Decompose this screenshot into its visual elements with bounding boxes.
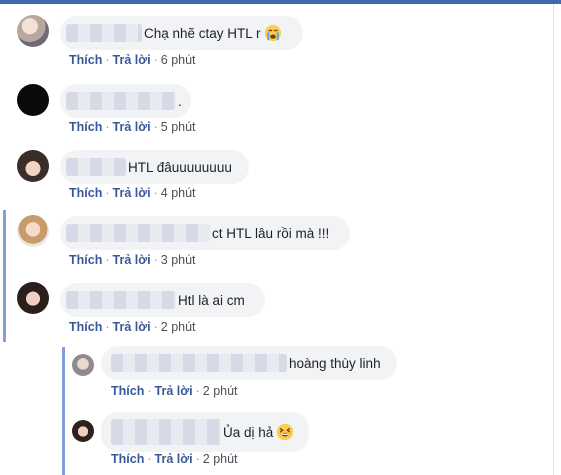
comment-bubble: Htl là ai cm xyxy=(60,283,265,317)
like-link[interactable]: Thích xyxy=(69,186,102,200)
like-link[interactable]: Thích xyxy=(111,384,144,398)
reply-link[interactable]: Trả lời xyxy=(155,384,193,398)
avatar[interactable] xyxy=(72,420,94,442)
reply-thread-indicator xyxy=(62,347,65,475)
separator: · xyxy=(147,384,152,398)
separator: · xyxy=(153,253,158,267)
top-bar xyxy=(0,0,561,4)
comment-text: Htl là ai cm xyxy=(178,292,245,308)
comment-text: . xyxy=(178,93,182,109)
like-link[interactable]: Thích xyxy=(69,253,102,267)
avatar[interactable] xyxy=(72,354,94,376)
separator: · xyxy=(153,186,158,200)
comment-actions: Thích · Trả lời · 2 phút xyxy=(69,320,196,334)
reply-link[interactable]: Trả lời xyxy=(113,120,151,134)
reply-text: hoàng thùy linh xyxy=(289,355,381,371)
avatar[interactable] xyxy=(17,215,49,247)
separator: · xyxy=(195,384,200,398)
separator: · xyxy=(147,452,152,466)
separator: · xyxy=(105,120,110,134)
timestamp[interactable]: 2 phút xyxy=(203,452,238,466)
avatar[interactable] xyxy=(17,84,49,116)
comment-actions: Thích · Trả lời · 6 phút xyxy=(69,53,196,67)
reply-link[interactable]: Trả lời xyxy=(113,53,151,67)
avatar[interactable] xyxy=(17,150,49,182)
comment-text: HTL đâuuuuuuuu xyxy=(128,159,232,175)
separator: · xyxy=(153,53,158,67)
separator: · xyxy=(153,120,158,134)
blurred-author-name xyxy=(66,158,126,176)
reply-link[interactable]: Trả lời xyxy=(113,320,151,334)
timestamp[interactable]: 5 phút xyxy=(161,120,196,134)
like-link[interactable]: Thích xyxy=(69,53,102,67)
reply-actions: Thích · Trả lời · 2 phút xyxy=(111,452,238,466)
like-link[interactable]: Thích xyxy=(111,452,144,466)
reply-link[interactable]: Trả lời xyxy=(155,452,193,466)
avatar[interactable] xyxy=(17,15,49,47)
separator: · xyxy=(195,452,200,466)
comment-actions: Thích · Trả lời · 5 phút xyxy=(69,120,196,134)
comment-actions: Thích · Trả lời · 3 phút xyxy=(69,253,196,267)
separator: · xyxy=(105,186,110,200)
thread-indicator xyxy=(3,210,6,342)
comment-bubble: ct HTL lâu rồi mà !!! xyxy=(60,216,350,250)
panel-border xyxy=(553,4,554,475)
reply-link[interactable]: Trả lời xyxy=(113,186,151,200)
comment-text: Chạ nhẽ ctay HTL r xyxy=(144,25,261,41)
separator: · xyxy=(105,320,110,334)
separator: · xyxy=(105,253,110,267)
avatar[interactable] xyxy=(17,282,49,314)
separator: · xyxy=(153,320,158,334)
timestamp[interactable]: 2 phút xyxy=(203,384,238,398)
comment-actions: Thích · Trả lời · 4 phút xyxy=(69,186,196,200)
reply-actions: Thích · Trả lời · 2 phút xyxy=(111,384,238,398)
blurred-author-name xyxy=(66,92,176,110)
reply-link[interactable]: Trả lời xyxy=(113,253,151,267)
comment-bubble: . xyxy=(60,84,191,118)
blurred-author-name xyxy=(111,354,287,372)
timestamp[interactable]: 2 phút xyxy=(161,320,196,334)
separator: · xyxy=(105,53,110,67)
comment-bubble: HTL đâuuuuuuuu xyxy=(60,150,249,184)
blurred-author-name xyxy=(66,224,210,242)
blurred-author-name xyxy=(66,291,176,309)
blurred-author-name xyxy=(111,419,221,445)
like-link[interactable]: Thích xyxy=(69,320,102,334)
comment-bubble: Chạ nhẽ ctay HTL r xyxy=(60,16,303,50)
comment-text: ct HTL lâu rồi mà !!! xyxy=(212,225,330,241)
timestamp[interactable]: 4 phút xyxy=(161,186,196,200)
grinning-squinting-face-icon xyxy=(277,423,294,441)
timestamp[interactable]: 6 phút xyxy=(161,53,196,67)
reply-text: Ủa dị hả xyxy=(223,424,274,440)
reply-bubble: Ủa dị hả xyxy=(101,412,309,452)
like-link[interactable]: Thích xyxy=(69,120,102,134)
reply-bubble: hoàng thùy linh xyxy=(101,346,397,380)
blurred-author-name xyxy=(66,24,142,42)
timestamp[interactable]: 3 phút xyxy=(161,253,196,267)
loudly-crying-face-icon xyxy=(264,24,281,42)
